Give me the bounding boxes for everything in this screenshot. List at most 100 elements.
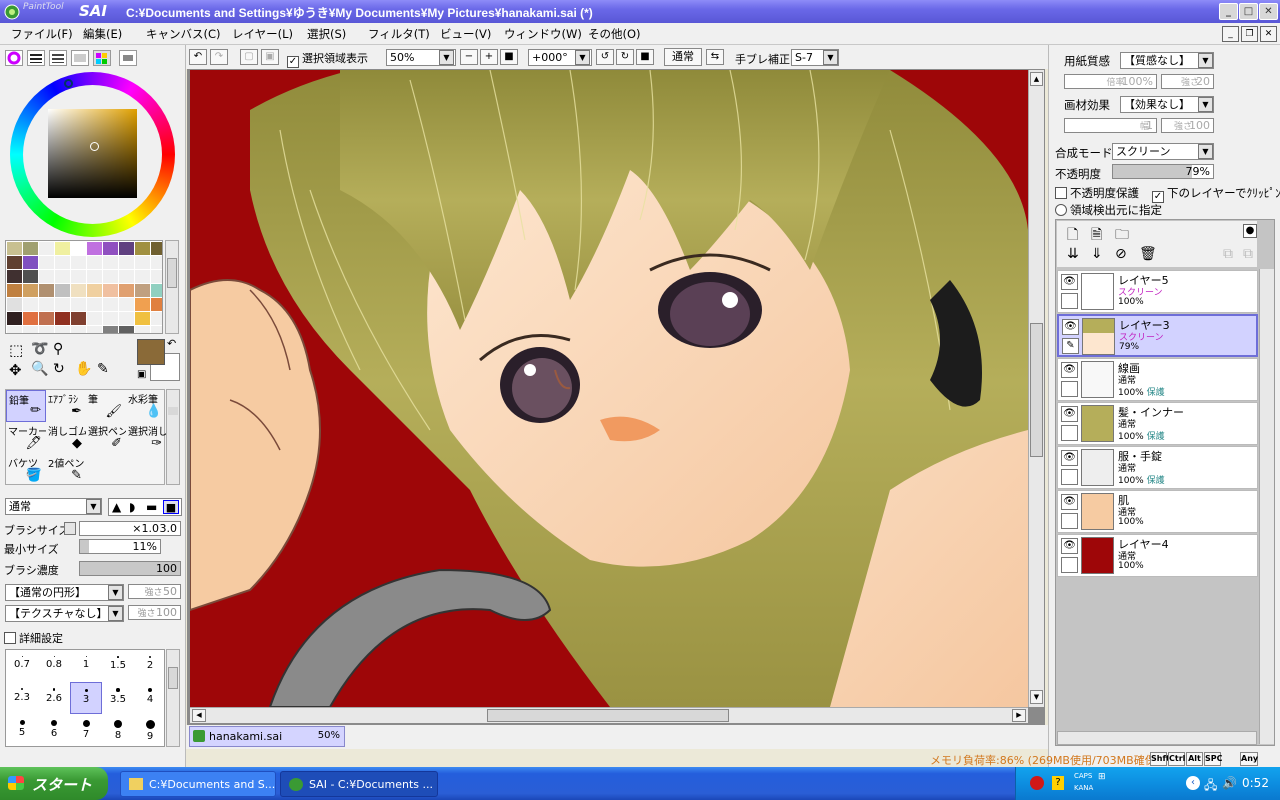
- color-swatch[interactable]: [71, 270, 86, 283]
- eye-icon[interactable]: 👁: [1062, 319, 1079, 335]
- color-wheel-mode-icon[interactable]: [5, 50, 23, 66]
- menu-view[interactable]: ビュー(V): [440, 26, 491, 42]
- brush-shape-selector[interactable]: ▲ ◗ ▬ ■: [108, 498, 182, 516]
- minimize-button[interactable]: _: [1219, 3, 1238, 20]
- network-icon[interactable]: 🖧: [1204, 776, 1217, 797]
- layer-lock-toggle[interactable]: [1061, 557, 1078, 573]
- doc-close-button[interactable]: ✕: [1260, 26, 1277, 42]
- saturation-value-square[interactable]: [48, 109, 137, 198]
- color-swatch[interactable]: [135, 242, 150, 255]
- close-button[interactable]: ✕: [1259, 3, 1278, 20]
- eye-icon[interactable]: 👁: [1061, 450, 1078, 466]
- shape-strength-slider[interactable]: 強さ 50: [128, 584, 181, 599]
- brush-size-option[interactable]: 9: [134, 714, 166, 746]
- document-tab[interactable]: hanakami.sai 50%: [189, 726, 345, 747]
- rotate-reset-icon[interactable]: ■: [636, 49, 654, 65]
- brush-size-option[interactable]: 1: [70, 650, 102, 682]
- min-size-slider[interactable]: 11%: [79, 539, 161, 554]
- color-swatch[interactable]: [39, 284, 54, 297]
- color-swatch[interactable]: [39, 312, 54, 325]
- color-swatch[interactable]: [87, 298, 102, 311]
- color-swatch[interactable]: [71, 256, 86, 269]
- rgb-slider-mode-icon[interactable]: [27, 50, 45, 66]
- color-swatch[interactable]: [135, 270, 150, 283]
- eye-icon[interactable]: 👁: [1061, 406, 1078, 422]
- rotate-right-icon[interactable]: ↻: [616, 49, 634, 65]
- color-swatch[interactable]: [39, 256, 54, 269]
- doc-restore-button[interactable]: ❐: [1241, 26, 1258, 42]
- layer-lock-toggle[interactable]: [1061, 381, 1078, 397]
- zoom-dropdown-icon[interactable]: ▼: [439, 50, 454, 65]
- layer-lock-toggle[interactable]: [1061, 469, 1078, 485]
- maximize-button[interactable]: □: [1239, 3, 1258, 20]
- layer-lock-toggle[interactable]: [1061, 425, 1078, 441]
- hsv-slider-mode-icon[interactable]: [49, 50, 67, 66]
- drawing-canvas[interactable]: [190, 70, 1028, 707]
- color-swatch[interactable]: [151, 284, 162, 297]
- menu-other[interactable]: その他(O): [588, 26, 641, 42]
- color-swatch[interactable]: [103, 284, 118, 297]
- color-swatch[interactable]: [119, 284, 134, 297]
- color-swatch[interactable]: [151, 270, 162, 283]
- color-swatch[interactable]: [135, 326, 150, 333]
- start-button[interactable]: スタート: [0, 767, 108, 800]
- color-swatch[interactable]: [71, 312, 86, 325]
- brush-size-option[interactable]: 3: [70, 682, 102, 714]
- color-swatch[interactable]: [151, 242, 162, 255]
- layer-lock-toggle[interactable]: [1061, 293, 1078, 309]
- magic-wand-icon[interactable]: ⚲: [53, 341, 63, 357]
- layer-lock-toggle[interactable]: ✎: [1062, 338, 1079, 354]
- color-swatch[interactable]: [55, 298, 70, 311]
- color-swatch[interactable]: [23, 298, 38, 311]
- zoom-reset-icon[interactable]: ■: [500, 49, 518, 65]
- brush-size-option[interactable]: 2.6: [38, 682, 70, 714]
- color-swatch[interactable]: [23, 312, 38, 325]
- menu-layer[interactable]: レイヤー(L): [232, 26, 293, 42]
- menu-file[interactable]: ファイル(F): [11, 26, 73, 42]
- layer-opacity-slider[interactable]: 79%: [1112, 164, 1214, 179]
- color-swatch[interactable]: [135, 298, 150, 311]
- rotate-icon[interactable]: ↻: [53, 361, 65, 377]
- layer-scrollbar[interactable]: [1259, 269, 1274, 744]
- texture-select[interactable]: 【テクスチャなし】: [5, 605, 124, 622]
- color-wheel[interactable]: [10, 72, 175, 237]
- ime-icon[interactable]: ⊞: [1098, 772, 1106, 782]
- copy-disabled-icon[interactable]: ⧉: [1243, 246, 1253, 262]
- swap-colors-icon[interactable]: ↶: [167, 337, 176, 350]
- brush-size-option[interactable]: 8: [102, 714, 134, 746]
- color-swatch[interactable]: [71, 326, 86, 333]
- color-picker-cursor[interactable]: [90, 142, 99, 151]
- color-swatch[interactable]: [87, 270, 102, 283]
- tool-brush[interactable]: 筆 🖌: [86, 390, 126, 422]
- color-swatch[interactable]: [7, 270, 22, 283]
- brush-size-mult-icon[interactable]: [64, 522, 76, 535]
- color-swatch[interactable]: [135, 256, 150, 269]
- new-linework-layer-icon[interactable]: 🗎: [1091, 224, 1102, 248]
- color-swatch[interactable]: [103, 326, 118, 333]
- taskbar-item-sai[interactable]: SAI - C:¥Documents ...: [280, 771, 438, 797]
- color-swatch[interactable]: [55, 256, 70, 269]
- rotate-left-icon[interactable]: ↺: [596, 49, 614, 65]
- show-selection-checkbox[interactable]: ✓: [287, 56, 299, 68]
- eyedropper-icon[interactable]: ✎: [97, 361, 109, 377]
- color-swatch[interactable]: [151, 256, 162, 269]
- eye-icon[interactable]: 👁: [1061, 494, 1078, 510]
- color-swatch[interactable]: [119, 326, 134, 333]
- shape-dropdown-icon[interactable]: ▼: [108, 585, 123, 600]
- color-swatch[interactable]: [7, 256, 22, 269]
- color-swatch[interactable]: [7, 326, 22, 333]
- color-swatch[interactable]: [71, 242, 86, 255]
- effect-dropdown-icon[interactable]: ▼: [1198, 97, 1213, 112]
- selection-source-toggle[interactable]: 領域検出元に指定: [1055, 202, 1162, 218]
- mixer-mode-icon[interactable]: [71, 50, 89, 66]
- color-swatch[interactable]: [23, 326, 38, 333]
- color-swatch[interactable]: [151, 312, 162, 325]
- color-swatch[interactable]: [103, 298, 118, 311]
- detail-settings[interactable]: 詳細設定: [4, 630, 63, 646]
- color-swatch[interactable]: [103, 256, 118, 269]
- color-swatch[interactable]: [103, 242, 118, 255]
- color-swatch[interactable]: [87, 326, 102, 333]
- color-swatch[interactable]: [39, 298, 54, 311]
- menu-select[interactable]: 選択(S): [307, 26, 346, 42]
- blend-mode-dropdown-icon[interactable]: ▼: [86, 499, 101, 514]
